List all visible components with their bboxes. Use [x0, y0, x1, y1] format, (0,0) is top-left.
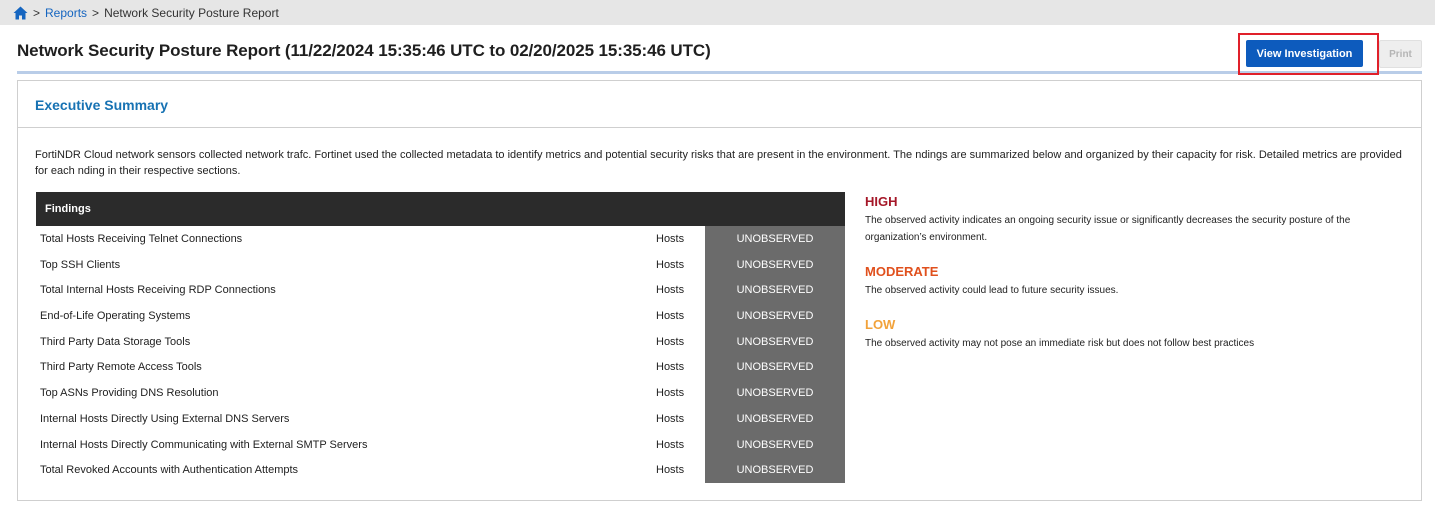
table-row: Total Internal Hosts Receiving RDP Conne… — [36, 277, 845, 304]
executive-summary-panel: Executive Summary FortiNDR Cloud network… — [17, 80, 1422, 501]
finding-unit: Hosts — [656, 464, 685, 477]
finding-unit: Hosts — [656, 387, 685, 400]
finding-status-badge: UNOBSERVED — [705, 354, 845, 381]
finding-status-badge: UNOBSERVED — [705, 251, 845, 278]
breadcrumb-separator: > — [92, 5, 100, 20]
legend-low-title: LOW — [865, 317, 896, 332]
breadcrumb-separator: > — [33, 5, 41, 20]
print-button[interactable]: Print — [1379, 40, 1422, 68]
finding-status-badge: UNOBSERVED — [705, 277, 845, 304]
findings-table: Findings Total Hosts Receiving Telnet Co… — [36, 192, 845, 483]
table-row: Third Party Remote Access Tools Hosts UNOB… — [36, 354, 845, 381]
finding-unit: Hosts — [656, 310, 685, 323]
table-row: Third Party Data Storage Tools Hosts UNOBS… — [36, 328, 845, 355]
table-row: Internal Hosts Directly Communicating wi… — [36, 431, 845, 458]
finding-name: Internal Hosts Directly Communicating wi… — [40, 438, 368, 451]
legend-high-desc: The observed activity indicates an ongoi… — [865, 215, 1351, 243]
findings-body: Total Hosts Receiving Telnet Connections… — [36, 226, 845, 483]
finding-name: Third Party Remote Access Tools — [40, 361, 202, 374]
finding-name: Top ASNs Providing DNS Resolution — [40, 387, 219, 400]
finding-name: Total Hosts Receiving Telnet Connections — [40, 233, 243, 245]
home-icon[interactable] — [13, 6, 28, 20]
title-row: Network Security Posture Report (11/22/2… — [17, 33, 1422, 75]
finding-name: Third Party Data Storage Tools — [40, 335, 191, 348]
panel-header: Executive Summary — [18, 81, 1421, 128]
finding-name: Total Revoked Accounts with Authenticati… — [40, 464, 299, 477]
finding-status-badge: UNOBSERVED — [705, 226, 845, 252]
finding-status-badge: UNOBSERVED — [705, 431, 845, 458]
finding-unit: Hosts — [656, 438, 685, 451]
section-heading: Executive Summary — [35, 97, 169, 113]
legend-moderate-title: MODERATE — [865, 264, 939, 279]
finding-unit: Hosts — [656, 258, 685, 271]
table-row: Total Hosts Receiving Telnet Connections… — [36, 226, 845, 252]
table-row: End-of-Life Operating Systems Hosts UNOBSE… — [36, 303, 845, 329]
findings-header: Findings — [36, 192, 845, 226]
table-row: Total Revoked Accounts with Authenticati… — [36, 457, 845, 483]
finding-unit: Hosts — [656, 284, 685, 297]
finding-unit: Hosts — [656, 233, 685, 245]
finding-name: Total Internal Hosts Receiving RDP Conne… — [40, 284, 276, 297]
breadcrumb-current: Network Security Posture Report — [104, 5, 279, 20]
highlight-box — [1238, 33, 1379, 75]
finding-name: Internal Hosts Directly Using External D… — [40, 412, 290, 425]
breadcrumb-reports-link[interactable]: Reports — [45, 6, 87, 20]
finding-status-badge: UNOBSERVED — [705, 303, 845, 329]
breadcrumb: > Reports > Network Security Posture Rep… — [0, 0, 1435, 25]
finding-status-badge: UNOBSERVED — [705, 328, 845, 355]
legend-high-title: HIGH — [865, 194, 898, 209]
risk-legend: HIGH The observed activity indicates an … — [865, 194, 1405, 352]
table-row: Top ASNs Providing DNS Resolution Hosts UN… — [36, 380, 845, 406]
page-title: Network Security Posture Report (11/22/2… — [17, 41, 711, 60]
legend-low-desc: The observed activity may not pose an im… — [865, 338, 1255, 349]
table-row: Top SSH Clients Hosts UNOBSERVED — [36, 251, 845, 278]
finding-unit: Hosts — [656, 361, 685, 374]
legend-moderate-desc: The observed activity could lead to futu… — [865, 285, 1119, 296]
finding-status-badge: UNOBSERVED — [705, 405, 845, 432]
finding-unit: Hosts — [656, 412, 685, 425]
finding-name: Top SSH Clients — [40, 258, 121, 271]
finding-status-badge: UNOBSERVED — [705, 457, 845, 483]
finding-unit: Hosts — [656, 335, 685, 348]
intro-text: FortiNDR Cloud network sensors collected… — [35, 149, 1402, 177]
table-row: Internal Hosts Directly Using External D… — [36, 405, 845, 432]
finding-status-badge: UNOBSERVED — [705, 380, 845, 406]
finding-name: End-of-Life Operating Systems — [40, 310, 191, 323]
